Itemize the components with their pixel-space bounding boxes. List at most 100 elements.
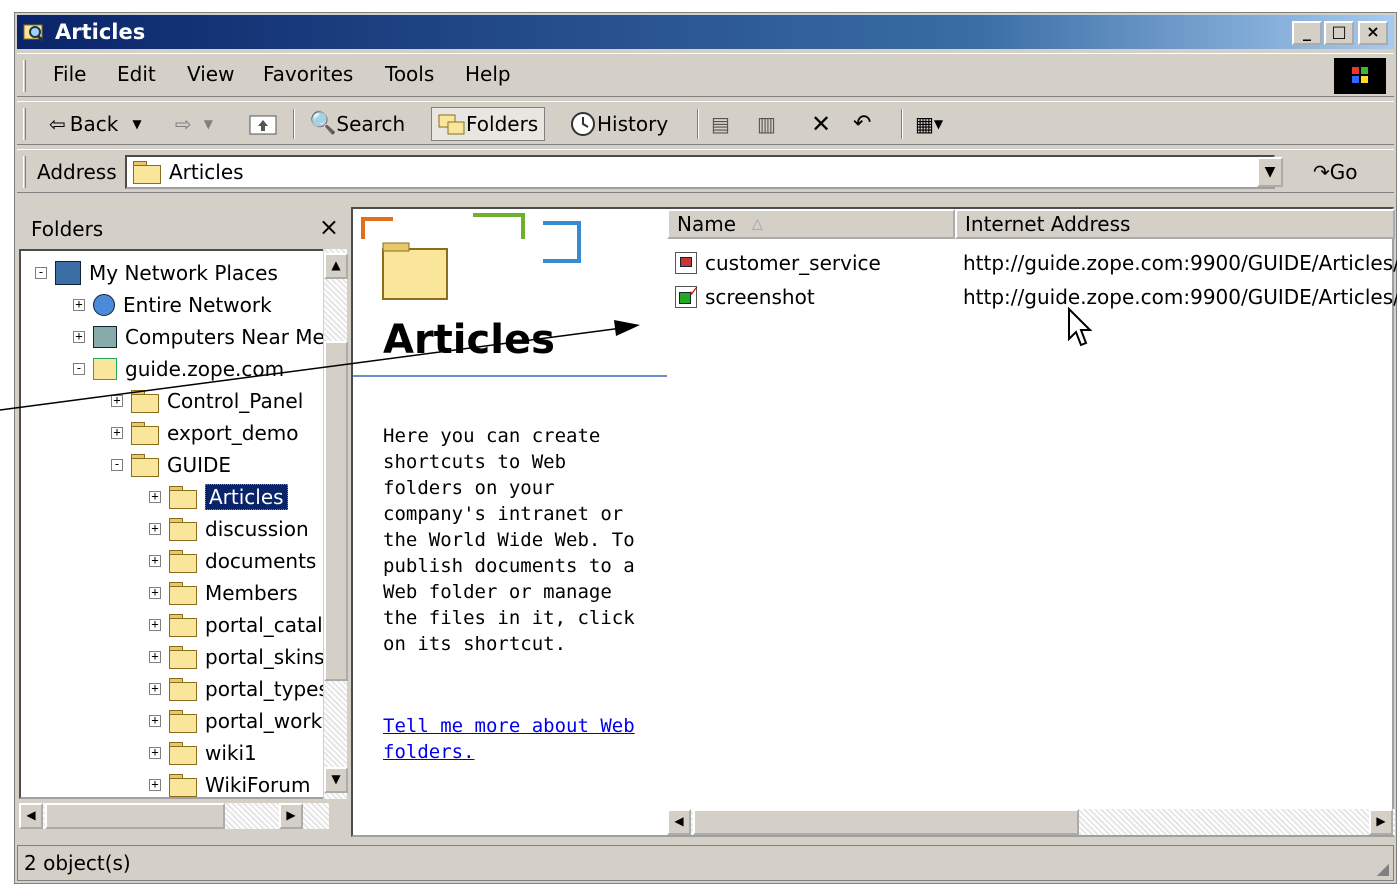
tree-vertical-scrollbar[interactable]: ▲ ▼: [323, 249, 348, 799]
tree-horizontal-scrollbar[interactable]: ◀ ▶: [19, 803, 329, 829]
web-server-icon: [93, 358, 117, 380]
menu-favorites[interactable]: Favorites: [263, 62, 353, 86]
menu-edit[interactable]: Edit: [117, 62, 156, 86]
expand-icon[interactable]: +: [149, 778, 161, 791]
tree-item[interactable]: + portal_catalog: [149, 609, 327, 641]
copy-to-button[interactable]: ▥: [757, 107, 776, 141]
hscroll-thumb[interactable]: [45, 803, 225, 829]
tree-item[interactable]: + export_demo: [111, 417, 299, 449]
tree-item[interactable]: + portal_types: [149, 673, 327, 705]
expand-icon[interactable]: +: [149, 714, 161, 727]
history-label: History: [597, 112, 669, 136]
back-button[interactable]: ⇦ Back ▼: [49, 107, 142, 141]
tree-item[interactable]: - GUIDE: [111, 449, 231, 481]
forward-button[interactable]: ⇨ ▼: [175, 107, 213, 141]
tree-item[interactable]: + wiki1: [149, 737, 257, 769]
tree-item[interactable]: + Entire Network: [73, 289, 272, 321]
folders-pane: Folders × - My Network Places + Entire Netw…: [17, 207, 348, 837]
expand-icon[interactable]: +: [149, 490, 161, 503]
page-heading: Articles: [383, 317, 555, 363]
expand-icon[interactable]: +: [149, 682, 161, 695]
collapse-icon[interactable]: -: [35, 266, 47, 279]
address-bar: Address Articles ▼ ↷ Go: [17, 149, 1394, 193]
scroll-left-button[interactable]: ◀: [667, 809, 691, 835]
tree-item[interactable]: + WikiForum: [149, 769, 310, 797]
web-folders-help-link[interactable]: Tell me more about Web folders.: [383, 713, 653, 765]
search-button[interactable]: 🔍 Search: [309, 107, 405, 141]
views-icon: ▦: [915, 112, 934, 136]
tree-item[interactable]: + Control_Panel: [111, 385, 303, 417]
tree-item[interactable]: + Articles: [149, 481, 288, 513]
folder-tree: - My Network Places + Entire Network + Comput…: [19, 249, 329, 799]
list-item[interactable]: ✓ screenshot: [675, 281, 815, 313]
go-label: Go: [1329, 160, 1358, 184]
chevron-down-icon: ▼: [933, 117, 944, 131]
standard-toolbar: ⇦ Back ▼ ⇨ ▼ 🔍 Search Folders History ▤ …: [17, 101, 1394, 145]
scroll-right-button[interactable]: ▶: [279, 803, 303, 829]
column-header-name[interactable]: Name △: [667, 209, 955, 239]
folders-button[interactable]: Folders: [431, 107, 546, 141]
list-item[interactable]: customer_service: [675, 247, 881, 279]
folder-icon: [169, 614, 197, 637]
views-button[interactable]: ▦ ▼: [915, 107, 943, 141]
delete-button[interactable]: ✕: [811, 107, 831, 141]
expand-icon[interactable]: +: [149, 586, 161, 599]
scroll-right-button[interactable]: ▶: [1369, 809, 1393, 835]
expand-icon[interactable]: +: [111, 426, 123, 439]
address-input[interactable]: Articles: [125, 155, 1275, 189]
address-dropdown-button[interactable]: ▼: [1257, 157, 1283, 187]
menu-tools[interactable]: Tools: [385, 62, 434, 86]
tree-item-label: wiki1: [205, 741, 257, 765]
status-bar: 2 object(s) ◢: [17, 845, 1394, 881]
resize-grip-icon[interactable]: ◢: [1377, 859, 1389, 878]
hscroll-thumb[interactable]: [693, 809, 1079, 835]
folder-icon: [169, 678, 197, 701]
menu-bar: File Edit View Favorites Tools Help: [17, 53, 1394, 97]
title-bar[interactable]: Articles _ □ ×: [17, 15, 1394, 49]
delete-x-icon: ✕: [811, 110, 832, 138]
collapse-icon[interactable]: -: [73, 362, 85, 375]
tree-item[interactable]: + portal_workflow: [149, 705, 327, 737]
close-button[interactable]: ×: [1358, 21, 1388, 45]
move-to-button[interactable]: ▤: [711, 107, 730, 141]
menu-help[interactable]: Help: [465, 62, 511, 86]
expand-icon[interactable]: +: [149, 650, 161, 663]
up-folder-button[interactable]: [249, 107, 277, 141]
list-horizontal-scrollbar[interactable]: ◀ ▶: [667, 809, 1395, 835]
column-header-internet-address[interactable]: Internet Address: [955, 209, 1395, 239]
scroll-left-button[interactable]: ◀: [19, 803, 43, 829]
menu-view[interactable]: View: [187, 62, 234, 86]
history-button[interactable]: History: [569, 107, 668, 141]
expand-icon[interactable]: +: [149, 746, 161, 759]
tree-item[interactable]: + Computers Near Me: [73, 321, 325, 353]
toolbar-separator: [293, 109, 295, 139]
scroll-down-button[interactable]: ▼: [324, 767, 348, 793]
close-icon[interactable]: ×: [319, 213, 339, 241]
tree-item-label: Computers Near Me: [125, 325, 325, 349]
expand-icon[interactable]: +: [73, 330, 85, 343]
collapse-icon[interactable]: -: [111, 458, 123, 471]
tree-item[interactable]: + Members: [149, 577, 298, 609]
maximize-button[interactable]: □: [1324, 21, 1354, 45]
expand-icon[interactable]: +: [111, 394, 123, 407]
expand-icon[interactable]: +: [149, 554, 161, 567]
go-button[interactable]: ↷ Go: [1313, 155, 1358, 189]
folders-pane-header: Folders ×: [17, 207, 347, 247]
minimize-button[interactable]: _: [1292, 21, 1322, 45]
tree-item[interactable]: + discussion: [149, 513, 309, 545]
scroll-up-button[interactable]: ▲: [324, 253, 348, 279]
tree-item[interactable]: - guide.zope.com: [73, 353, 284, 385]
expand-icon[interactable]: +: [73, 298, 85, 311]
expand-icon[interactable]: +: [149, 522, 161, 535]
tree-item-label: Articles: [205, 484, 288, 510]
tree-item[interactable]: - My Network Places: [35, 257, 278, 289]
expand-icon[interactable]: +: [149, 618, 161, 631]
tree-item[interactable]: + portal_skins: [149, 641, 324, 673]
menu-file[interactable]: File: [53, 62, 86, 86]
folder-search-icon: [23, 24, 45, 43]
tree-item[interactable]: + documents: [149, 545, 316, 577]
undo-button[interactable]: ↶: [853, 107, 871, 141]
file-address: http://guide.zope.com:9900/GUIDE/Article…: [963, 285, 1397, 309]
scroll-thumb[interactable]: [324, 341, 348, 681]
folder-icon: [131, 422, 159, 445]
